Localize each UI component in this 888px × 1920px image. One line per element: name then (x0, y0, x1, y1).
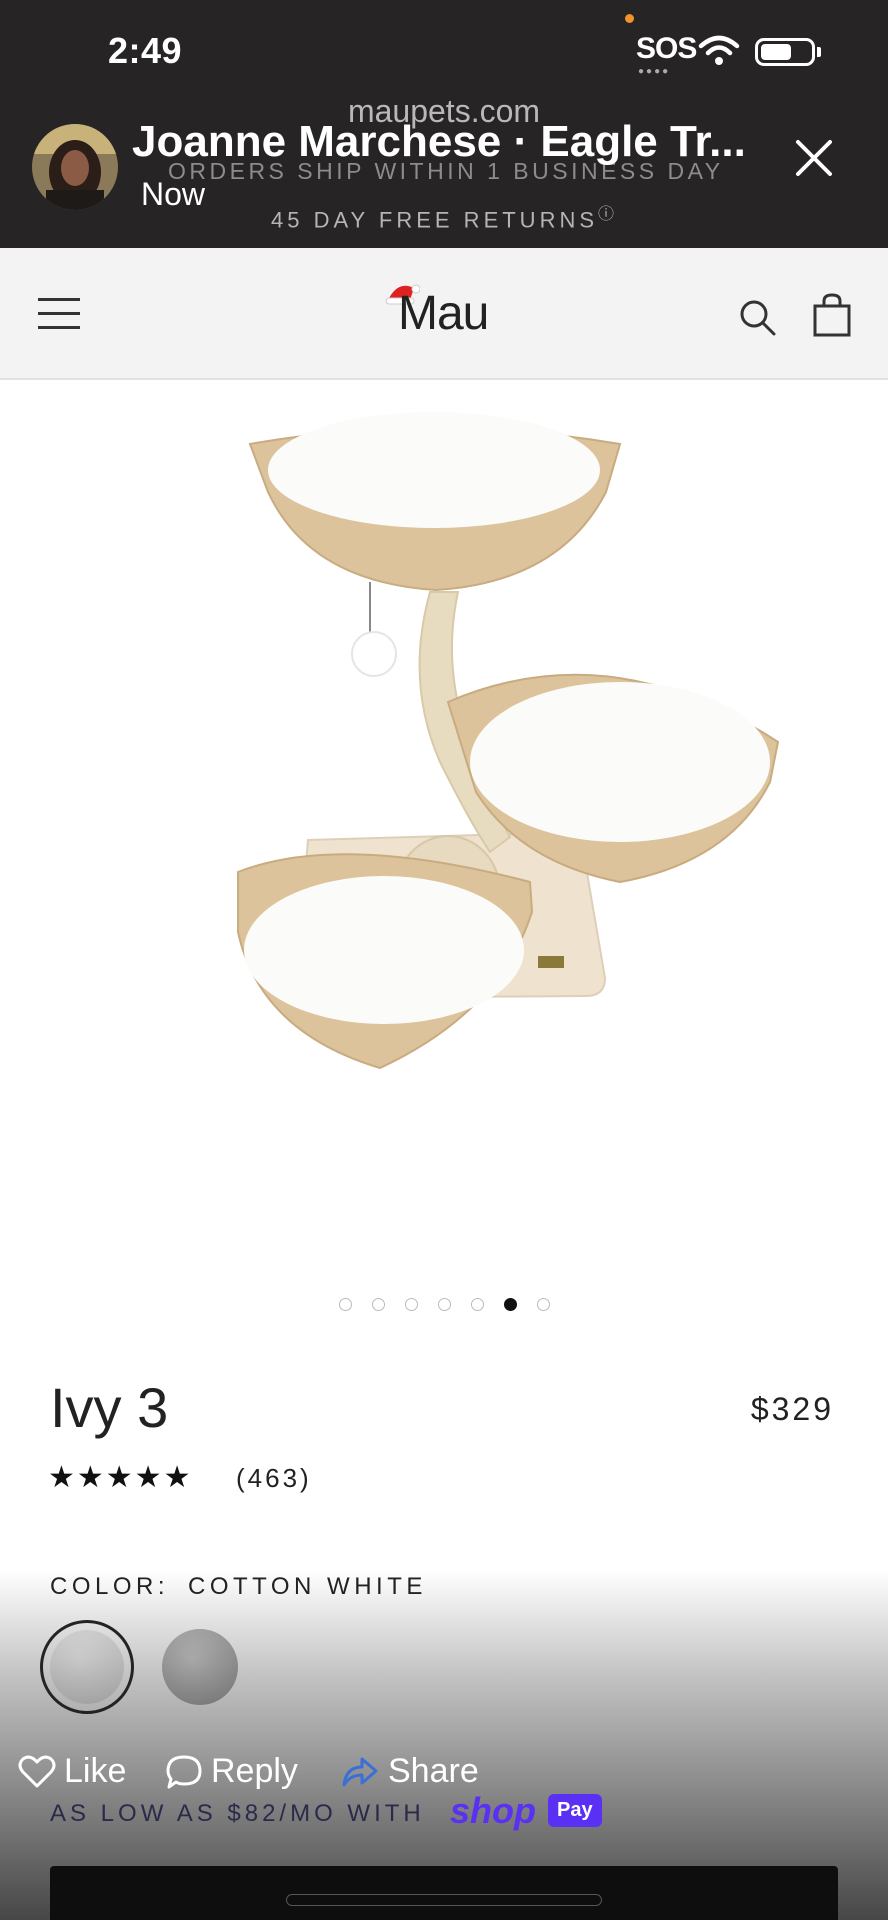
product-name: Ivy 3 (50, 1376, 169, 1439)
poster-avatar[interactable] (32, 124, 118, 210)
returns-banner: 45 DAY FREE RETURNSⓘ (271, 206, 619, 233)
cat-tree-illustration (237, 412, 780, 1070)
heart-icon (18, 1755, 56, 1787)
status-time: 2:49 (108, 30, 183, 71)
menu-icon[interactable] (38, 298, 80, 330)
gallery-dot-active[interactable] (503, 1298, 517, 1311)
rating-stars[interactable]: ★★★★★ (48, 1460, 192, 1495)
battery-icon (755, 38, 815, 66)
search-icon[interactable] (738, 298, 778, 338)
close-icon[interactable] (794, 138, 834, 178)
gallery-dot[interactable] (404, 1298, 418, 1311)
gallery-dot[interactable] (338, 1298, 352, 1311)
shop-pay-badge[interactable]: Pay (548, 1794, 602, 1827)
color-value: COTTON WHITE (188, 1573, 427, 1600)
story-overlay: 2:49 SOS ●●●● maupets.com ORDERS SHIP WI… (0, 0, 888, 248)
home-indicator[interactable] (286, 1894, 602, 1906)
wifi-icon (698, 35, 740, 65)
reply-button[interactable]: Reply (165, 1752, 298, 1791)
swatch-gray[interactable] (162, 1629, 238, 1705)
like-button[interactable]: Like (18, 1752, 126, 1791)
battery-cap (817, 47, 821, 57)
cart-icon[interactable] (812, 292, 852, 338)
mau-logo[interactable]: Mau (380, 278, 520, 348)
gallery-dot[interactable] (536, 1298, 550, 1311)
site-header: Mau (0, 248, 888, 380)
privacy-indicator (625, 14, 634, 23)
swatch-cotton-white[interactable] (40, 1620, 134, 1714)
speech-bubble-icon (166, 1755, 202, 1788)
gallery-pagination (0, 1298, 888, 1311)
poster-name[interactable]: Joanne Marchese · Eagle Tr... (132, 117, 772, 167)
product-price: $329 (750, 1391, 834, 1427)
add-to-cart-button[interactable] (50, 1866, 838, 1920)
product-image[interactable] (0, 382, 888, 1262)
shop-pay-logo[interactable]: shop (450, 1790, 536, 1832)
share-button[interactable]: Share (340, 1752, 479, 1791)
gallery-dot[interactable] (371, 1298, 385, 1311)
carrier-status: SOS (636, 32, 697, 65)
info-icon[interactable]: ⓘ (598, 206, 618, 223)
share-arrow-icon (342, 1757, 378, 1786)
review-count[interactable]: (463) (236, 1463, 312, 1494)
financing-text: AS LOW AS $82/MO WITH (50, 1800, 425, 1827)
signal-dots: ●●●● (638, 66, 671, 77)
gallery-dot[interactable] (437, 1298, 451, 1311)
gallery-dot[interactable] (470, 1298, 484, 1311)
posted-time: Now (141, 176, 206, 212)
color-label: COLOR: (50, 1573, 170, 1600)
